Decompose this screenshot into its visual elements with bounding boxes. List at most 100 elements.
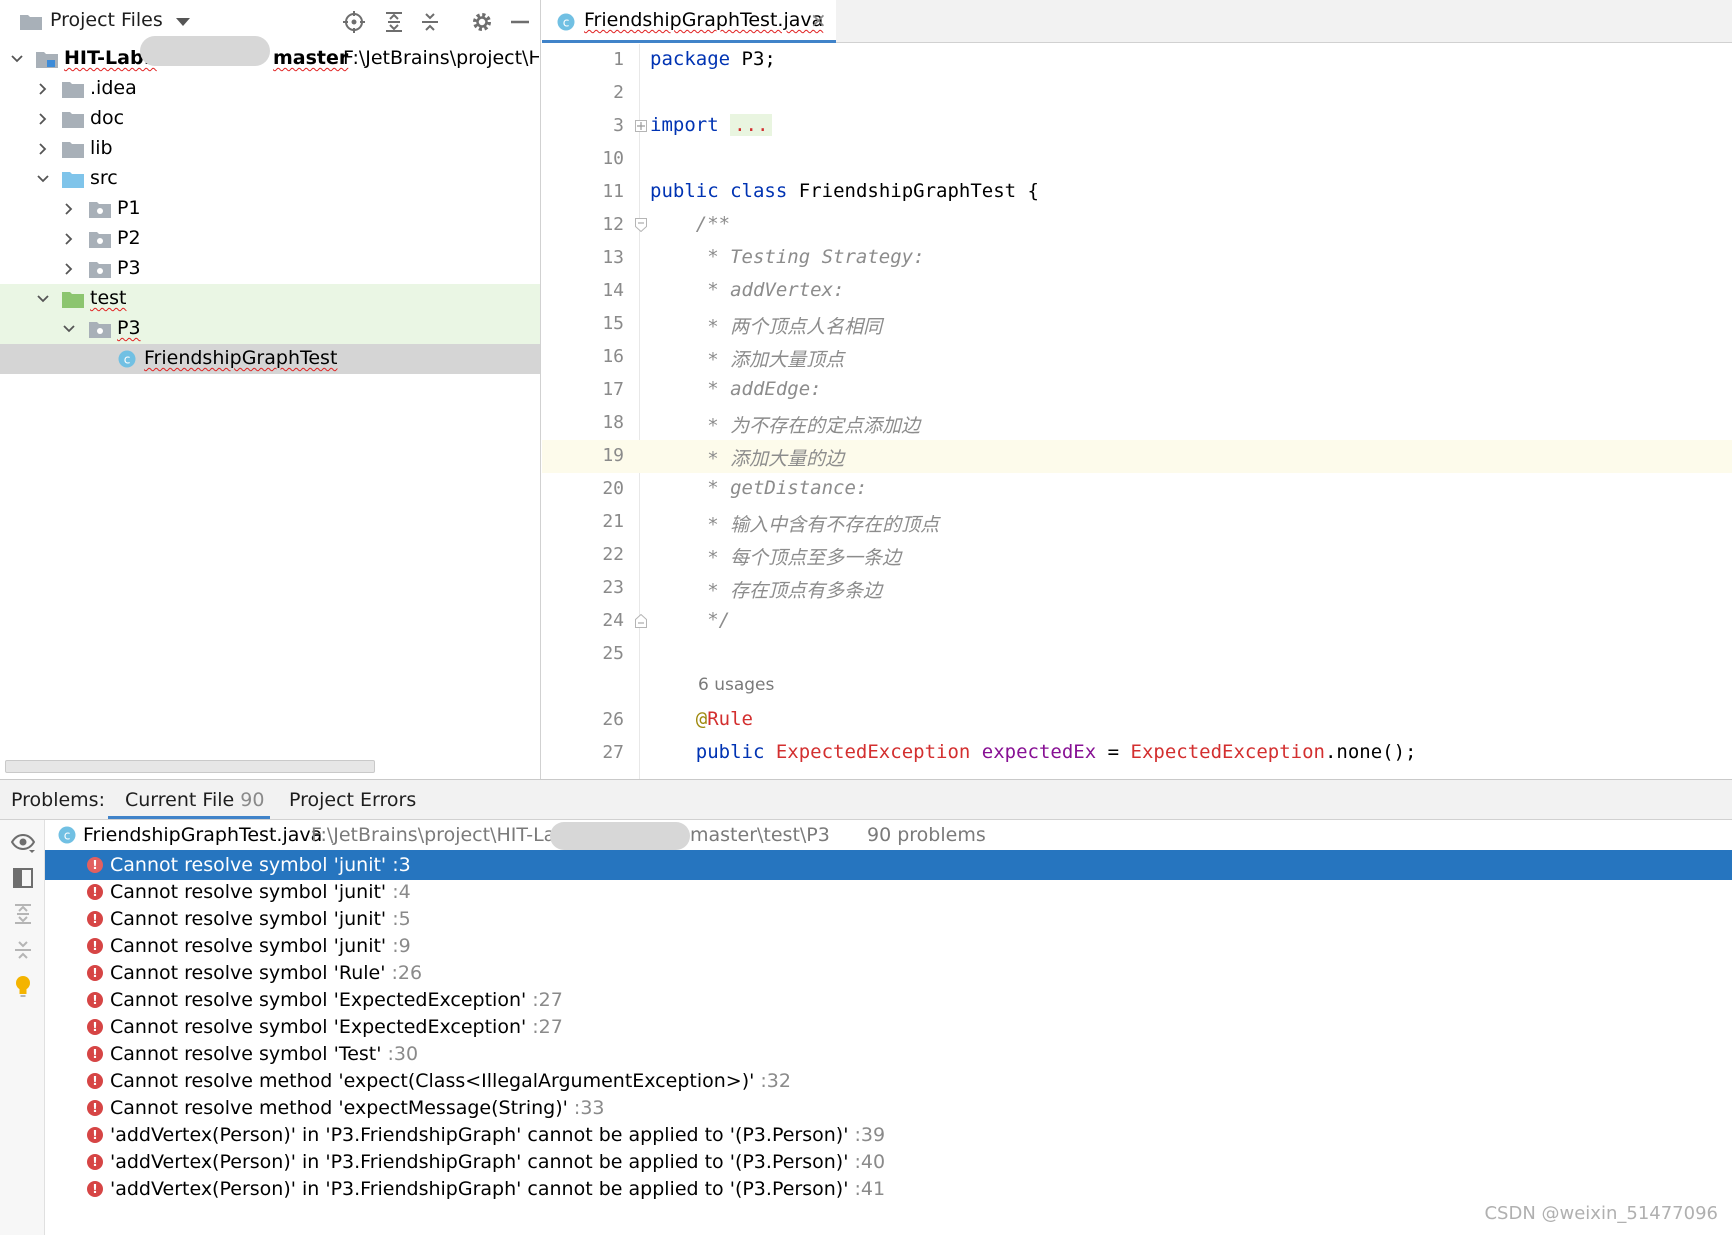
editor-tab-bar: c FriendshipGraphTest.java × [542, 0, 1732, 43]
package-icon [89, 322, 111, 338]
problems-label: Problems: [11, 789, 105, 811]
chevron-right-icon[interactable] [36, 112, 50, 126]
problem-item[interactable]: ! Cannot resolve symbol 'ExpectedExceptio… [45, 1012, 1732, 1042]
chevron-right-icon[interactable] [36, 82, 50, 96]
fold-collapse-icon[interactable] [635, 218, 647, 232]
code-line: 12 /** [542, 209, 1732, 242]
code-editor[interactable]: c FriendshipGraphTest.java × 1 package P… [542, 0, 1732, 779]
tab-project-errors[interactable]: Project Errors [289, 789, 416, 811]
code-text: * 每个顶点至多一条边 [650, 547, 902, 569]
svg-text:c: c [64, 829, 71, 843]
problem-item[interactable]: ! Cannot resolve symbol 'Test' :30 [45, 1039, 1732, 1069]
fold-expand-icon[interactable] [635, 120, 647, 132]
code-line: 11 public class FriendshipGraphTest { [542, 176, 1732, 209]
chevron-down-icon[interactable] [36, 292, 50, 306]
line-number: 14 [602, 280, 624, 301]
code-line: 14 * addVertex: [542, 275, 1732, 308]
hide-panel-icon[interactable] [508, 10, 532, 34]
line-number: 19 [602, 445, 624, 466]
tab-label: FriendshipGraphTest.java [584, 9, 824, 31]
tab-current-file[interactable]: Current File 90 [125, 789, 264, 811]
active-tab-indicator [108, 816, 270, 819]
code-text: /** [650, 213, 731, 235]
problems-file-path-tail: master\test\P3 [690, 824, 830, 846]
problem-item[interactable]: ! Cannot resolve method 'expect(Class<Ill… [45, 1066, 1732, 1096]
tree-row-src[interactable]: src [0, 164, 540, 194]
tree-label-p3: P3 [117, 257, 141, 279]
expand-all-icon[interactable] [11, 902, 35, 926]
error-icon: ! [87, 911, 103, 927]
line-number: 12 [602, 214, 624, 235]
usages-hint[interactable]: 6 usages [698, 675, 774, 695]
code-line: 18 * 为不存在的定点添加边 [542, 407, 1732, 440]
tree-row-root[interactable]: HIT-Lab1 master F:\JetBrains\project\HIT [0, 44, 540, 74]
tree-row-doc[interactable]: doc [0, 104, 540, 134]
problem-item[interactable]: ! Cannot resolve symbol 'ExpectedExceptio… [45, 985, 1732, 1015]
problem-item[interactable]: ! Cannot resolve symbol 'Rule' :26 [45, 958, 1732, 988]
problems-file-row[interactable]: c FriendshipGraphTest.java F:\JetBrains\… [45, 820, 1732, 850]
code-line: 20 * getDistance: [542, 473, 1732, 506]
tree-row-p3[interactable]: P3 [0, 254, 540, 284]
folder-icon [62, 142, 84, 158]
root-path: F:\JetBrains\project\HIT [343, 47, 539, 69]
tree-row-idea[interactable]: .idea [0, 74, 540, 104]
code-line: 15 * 两个顶点人名相同 [542, 308, 1732, 341]
preview-pane-icon[interactable] [11, 866, 35, 890]
tree-row-lib[interactable]: lib [0, 134, 540, 164]
code-text: * 存在顶点有多条边 [650, 580, 883, 602]
chevron-right-icon[interactable] [62, 262, 76, 276]
folded-imports[interactable]: ... [730, 114, 773, 136]
usages-hint-line: 6 usages [542, 671, 1732, 704]
tree-row-test-p3[interactable]: P3 [0, 314, 540, 344]
problem-item[interactable]: ! Cannot resolve symbol 'junit' :9 [45, 931, 1732, 961]
code-text: * 添加大量的边 [650, 448, 845, 470]
chevron-right-icon[interactable] [62, 202, 76, 216]
problem-item[interactable]: ! Cannot resolve symbol 'junit' :3 [45, 850, 1732, 880]
chevron-down-icon[interactable] [36, 172, 50, 186]
close-icon[interactable]: × [810, 8, 827, 32]
line-number: 27 [602, 742, 624, 763]
expand-all-icon[interactable] [382, 10, 406, 34]
error-icon: ! [87, 884, 103, 900]
collapse-all-icon[interactable] [418, 10, 442, 34]
problem-item[interactable]: ! 'addVertex(Person)' in 'P3.FriendshipGr… [45, 1120, 1732, 1150]
svg-text:c: c [124, 353, 131, 367]
tree-label-friendshipgraphtest: FriendshipGraphTest [144, 347, 338, 369]
problem-message: Cannot resolve symbol 'Rule' :26 [110, 962, 423, 984]
chevron-down-icon[interactable] [176, 18, 190, 26]
line-number: 2 [613, 82, 624, 103]
locate-icon[interactable] [342, 10, 366, 34]
collapse-all-icon[interactable] [11, 938, 35, 962]
tree-row-p1[interactable]: P1 [0, 194, 540, 224]
line-number: 22 [602, 544, 624, 565]
project-view-selector[interactable]: Project Files [50, 9, 163, 31]
chevron-right-icon[interactable] [62, 232, 76, 246]
chevron-down-icon[interactable] [62, 322, 76, 336]
problem-item[interactable]: ! 'addVertex(Person)' in 'P3.FriendshipGr… [45, 1147, 1732, 1177]
problem-item[interactable]: ! Cannot resolve symbol 'junit' :4 [45, 877, 1732, 907]
eye-icon[interactable] [11, 830, 35, 854]
problem-item[interactable]: ! Cannot resolve symbol 'junit' :5 [45, 904, 1732, 934]
problem-message: Cannot resolve symbol 'junit' :9 [110, 935, 411, 957]
code-line-current: 19 * 添加大量的边 [542, 440, 1732, 473]
code-line: 16 * 添加大量顶点 [542, 341, 1732, 374]
code-text: * Testing Strategy: [650, 246, 925, 268]
tree-row-test[interactable]: test [0, 284, 540, 314]
tab-friendshipgraphtest[interactable]: c FriendshipGraphTest.java × [542, 0, 836, 43]
chevron-down-icon[interactable] [10, 52, 24, 66]
fold-end-icon[interactable] [635, 614, 647, 628]
horizontal-scrollbar[interactable] [5, 760, 375, 773]
code-line: 27 public ExpectedException expectedEx =… [542, 737, 1732, 770]
code-line: 21 * 输入中含有不存在的顶点 [542, 506, 1732, 539]
line-number: 13 [602, 247, 624, 268]
line-number: 17 [602, 379, 624, 400]
lightbulb-icon[interactable] [11, 974, 35, 998]
problem-item[interactable]: ! Cannot resolve method 'expectMessage(St… [45, 1093, 1732, 1123]
tree-row-friendshipgraphtest[interactable]: c FriendshipGraphTest [0, 344, 540, 374]
problems-file-path: F:\JetBrains\project\HIT-Lab [311, 824, 568, 846]
line-number: 18 [602, 412, 624, 433]
problem-item[interactable]: ! 'addVertex(Person)' in 'P3.FriendshipGr… [45, 1174, 1732, 1204]
gear-icon[interactable] [470, 10, 494, 34]
chevron-right-icon[interactable] [36, 142, 50, 156]
tree-row-p2[interactable]: P2 [0, 224, 540, 254]
